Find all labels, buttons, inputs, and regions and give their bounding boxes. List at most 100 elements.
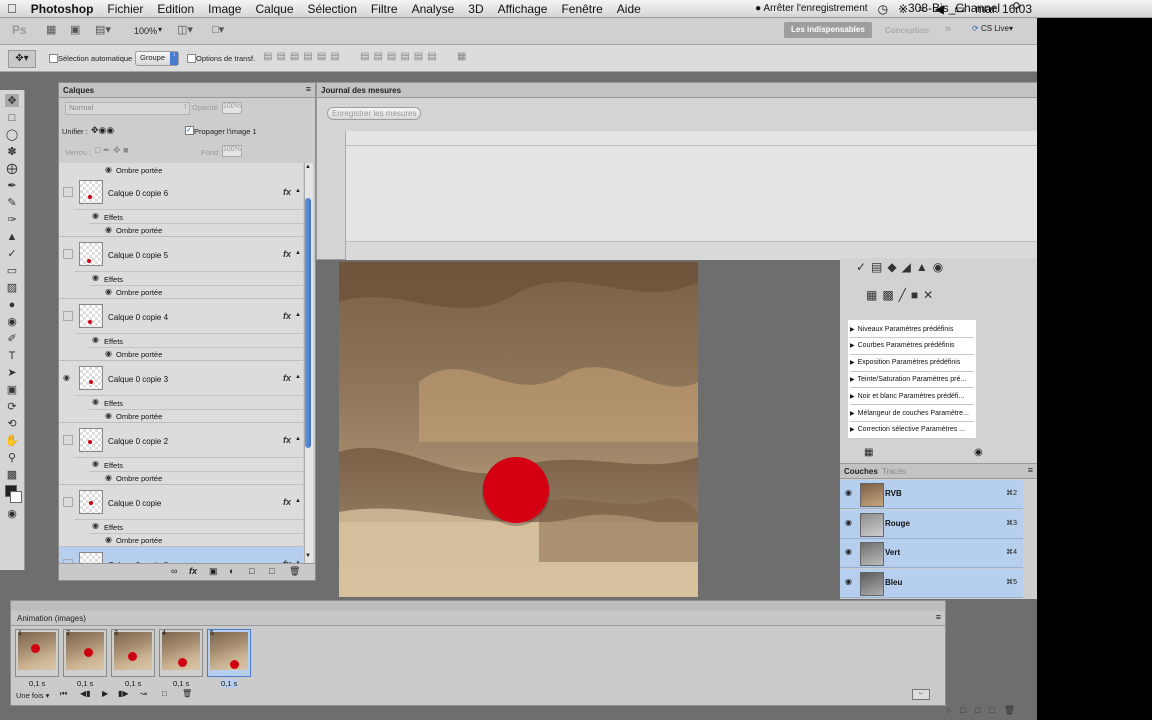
- layer-style-icon[interactable]: fx: [189, 566, 197, 576]
- channel-row[interactable]: ◉ Rouge ⌘3: [840, 509, 1023, 539]
- lasso-tool-icon[interactable]: ◯: [5, 128, 19, 141]
- adjustments-footer-icon[interactable]: ▦: [864, 447, 873, 458]
- adjustment-preset-item[interactable]: ▶ Courbes Paramètres prédéfinis: [850, 338, 974, 355]
- mini-bridge-icon[interactable]: ▣: [70, 23, 80, 36]
- apple-icon[interactable]: : [0, 1, 24, 16]
- channel-row[interactable]: ◉ Vert ⌘4: [840, 539, 1023, 568]
- time-machine-icon[interactable]: ◷: [878, 2, 888, 16]
- layer-fx-icon[interactable]: fx: [283, 435, 291, 445]
- adjustment-icons-row1[interactable]: ✓▤◆◢▲◉: [856, 260, 948, 274]
- menu-edition[interactable]: Edition: [150, 2, 201, 16]
- unify-position-icon[interactable]: ✥◉◉: [91, 125, 114, 136]
- eye-icon[interactable]: ◉: [63, 373, 71, 382]
- animation-panel-menu-icon[interactable]: ≡: [936, 612, 941, 622]
- quick-select-tool-icon[interactable]: ✽: [5, 145, 19, 158]
- scroll-down-icon[interactable]: ▼: [305, 553, 311, 559]
- zoom-tool-icon[interactable]: ⚲: [5, 451, 19, 464]
- auto-select-dropdown[interactable]: Groupe ↕: [135, 51, 179, 66]
- eyedropper-tool-icon[interactable]: ✒: [5, 179, 19, 192]
- adjustment-preset-item[interactable]: ▶ Niveaux Paramètres prédéfinis: [850, 321, 974, 338]
- channel-eye-icon[interactable]: ◉: [845, 577, 852, 586]
- type-tool-icon[interactable]: T: [5, 349, 19, 362]
- layer-row[interactable]: Calque 0 copie 2 fx ▲ ◉ Effets ◉ Ombre portée: [59, 423, 303, 485]
- fill-input[interactable]: 100%: [222, 145, 242, 157]
- screen-mode-icon[interactable]: □▾: [212, 23, 224, 36]
- frame-delay[interactable]: 0,1 s: [29, 679, 45, 688]
- menubar-user[interactable]: 308-Bis_Channel: [908, 1, 1000, 15]
- auto-align-button[interactable]: ▦: [457, 51, 466, 62]
- shadow-eye-icon[interactable]: ◉: [105, 535, 112, 544]
- visibility-toggle[interactable]: [63, 187, 73, 197]
- layer-row[interactable]: Calque 0 copie 8fx▲: [59, 547, 303, 563]
- menu-app-name[interactable]: Photoshop: [24, 2, 101, 16]
- background-color-swatch[interactable]: [10, 491, 22, 503]
- adjustments-camera-icon[interactable]: ◉: [974, 447, 983, 458]
- channel-row[interactable]: ◉ Bleu ⌘5: [840, 568, 1023, 598]
- propagate-frame-checkbox[interactable]: ✓: [185, 126, 194, 135]
- frame-delay[interactable]: 0,1 s: [221, 679, 238, 688]
- paths-tab[interactable]: Tracés: [882, 467, 906, 476]
- eraser-tool-icon[interactable]: ▭: [5, 264, 19, 277]
- layer-name[interactable]: Calque 0 copie 4: [108, 313, 168, 322]
- layer-fx-icon[interactable]: fx: [283, 311, 291, 321]
- layer-row[interactable]: Calque 0 copie 6 fx ▲ ◉ Effets ◉ Ombre portée: [59, 175, 303, 237]
- blur-tool-icon[interactable]: ●: [5, 298, 19, 311]
- align-buttons[interactable]: ▤▤▤▤▤▤: [263, 51, 344, 62]
- 3d-rotate-tool-icon[interactable]: ⟳: [5, 400, 19, 413]
- channels-panel-menu-icon[interactable]: ≡: [1028, 465, 1033, 475]
- adjustment-icons-row2[interactable]: ▦▩╱■✕: [866, 288, 938, 302]
- layer-name[interactable]: Calque 0 copie 3: [108, 375, 168, 384]
- history-brush-tool-icon[interactable]: ✓: [5, 247, 19, 260]
- expand-effects-icon[interactable]: ▲: [295, 312, 301, 318]
- effects-eye-icon[interactable]: ◉: [92, 459, 99, 468]
- animation-frame[interactable]: 4: [159, 629, 203, 677]
- transform-controls-checkbox[interactable]: [187, 54, 196, 63]
- expand-effects-icon[interactable]: ▲: [295, 436, 301, 442]
- menu-affichage[interactable]: Affichage: [491, 2, 555, 16]
- measurement-log-tab[interactable]: Journal des mesures: [321, 86, 401, 95]
- quick-mask-icon[interactable]: ◉: [5, 507, 19, 520]
- group-layers-icon[interactable]: □: [249, 566, 254, 576]
- 3d-orbit-tool-icon[interactable]: ⟲: [5, 417, 19, 430]
- zoom-level[interactable]: 100%: [134, 26, 157, 36]
- frame-delay[interactable]: 0,1 s: [77, 679, 93, 688]
- shadow-eye-icon[interactable]: ◉: [105, 287, 112, 296]
- animation-tab[interactable]: Animation (images): [17, 614, 86, 623]
- frame-delay[interactable]: 0,1 s: [173, 679, 189, 688]
- adjustment-preset-item[interactable]: ▶ Exposition Paramètres prédéfinis: [850, 355, 974, 372]
- shadow-eye-icon[interactable]: ◉: [105, 411, 112, 420]
- visibility-toggle[interactable]: [63, 311, 73, 321]
- dodge-tool-icon[interactable]: ◉: [5, 315, 19, 328]
- convert-timeline-button[interactable]: ↔: [912, 689, 930, 700]
- shadow-eye-icon[interactable]: ◉: [105, 225, 112, 234]
- tween-button[interactable]: ↝: [140, 689, 147, 698]
- layer-fx-icon[interactable]: fx: [283, 187, 291, 197]
- layer-name[interactable]: Calque 0 copie 5: [108, 251, 168, 260]
- channel-eye-icon[interactable]: ◉: [845, 547, 852, 556]
- animation-frame[interactable]: 5: [207, 629, 251, 677]
- view-extras-icon[interactable]: ▤▾: [95, 23, 111, 36]
- layer-row[interactable]: Calque 0 copie fx ▲ ◉ Effets ◉ Ombre portée: [59, 485, 303, 547]
- expand-effects-icon[interactable]: ▲: [295, 498, 301, 504]
- shadow-eye-icon[interactable]: ◉: [105, 473, 112, 482]
- shadow-eye-icon[interactable]: ◉: [105, 349, 112, 358]
- adjustment-preset-item[interactable]: ▶ Teinte/Saturation Paramètres pré...: [850, 371, 974, 389]
- lock-icons[interactable]: □ ✒ ✥ ■: [95, 145, 128, 156]
- auto-select-checkbox[interactable]: [49, 54, 58, 63]
- effects-eye-icon[interactable]: ◉: [92, 273, 99, 282]
- channels-tab[interactable]: Couches: [844, 467, 878, 476]
- effects-eye-icon[interactable]: ◉: [92, 335, 99, 344]
- menu-image[interactable]: Image: [201, 2, 248, 16]
- layer-row[interactable]: ◉ Calque 0 copie 3 fx ▲ ◉ Effets ◉ Ombre portée: [59, 361, 303, 423]
- recording-status[interactable]: ● Arrêter l'enregistrement: [755, 3, 867, 14]
- menu-fenetre[interactable]: Fenêtre: [554, 2, 609, 16]
- visibility-toggle[interactable]: [63, 435, 73, 445]
- channel-eye-icon[interactable]: ◉: [845, 518, 852, 527]
- duplicate-frame-button[interactable]: □: [162, 689, 167, 698]
- animation-frame[interactable]: 3: [111, 629, 155, 677]
- layer-row[interactable]: Calque 0 copie 5 fx ▲ ◉ Effets ◉ Ombre portée: [59, 237, 303, 299]
- layer-fx-icon[interactable]: fx: [283, 373, 291, 383]
- gradient-tool-icon[interactable]: ▨: [5, 281, 19, 294]
- layer-fx-icon[interactable]: fx: [283, 497, 291, 507]
- cs-live-button[interactable]: ⟳ CS Live▾: [972, 24, 1013, 33]
